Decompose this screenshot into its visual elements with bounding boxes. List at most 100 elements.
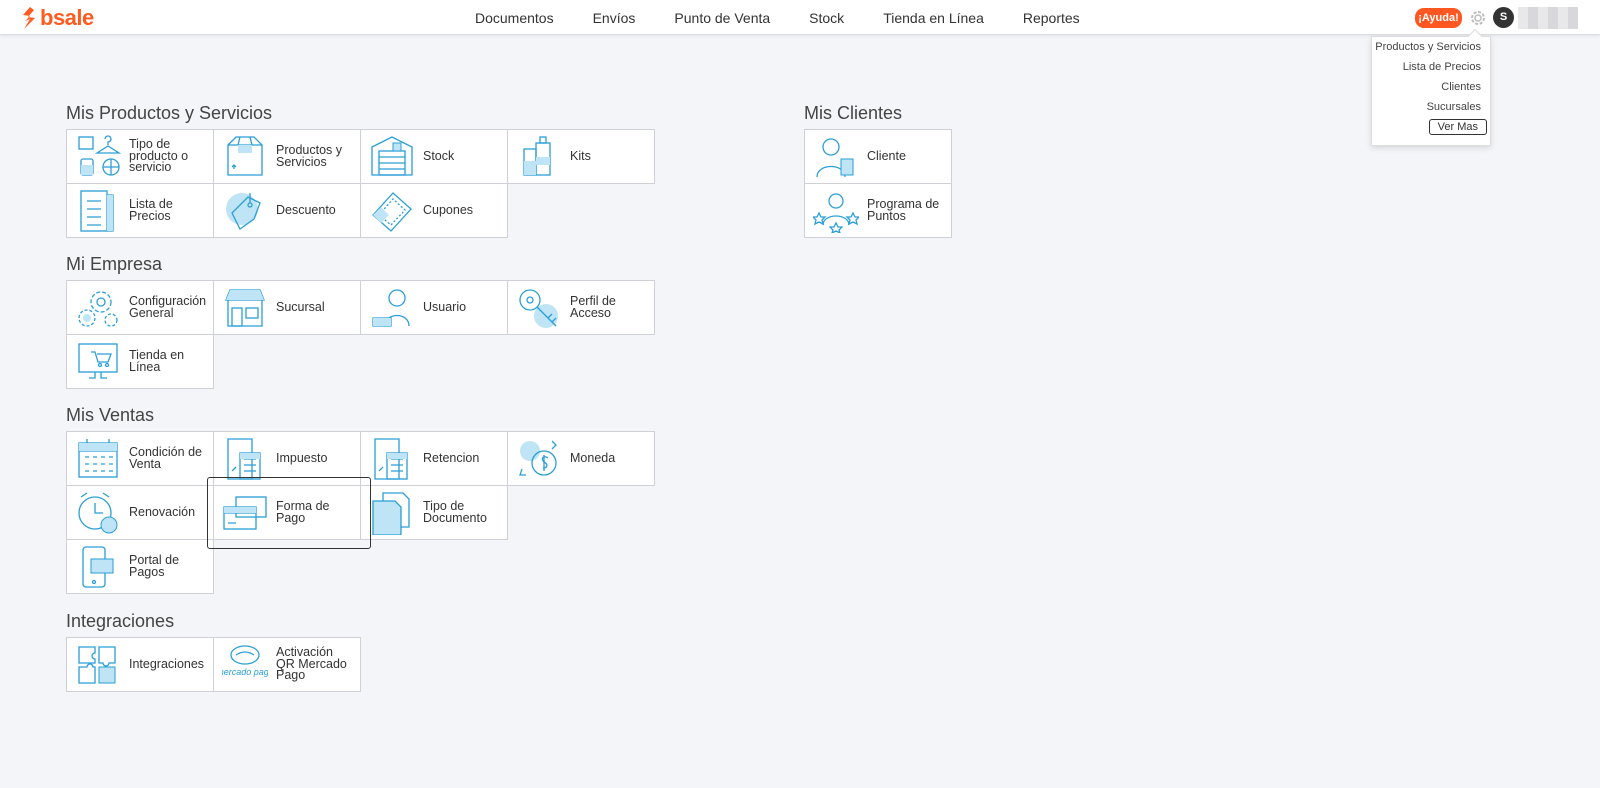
tile-label: Portal de Pagos [129, 553, 180, 579]
kits-icon [508, 131, 570, 183]
tile-retencion[interactable]: Retencion [360, 431, 508, 486]
coupon-icon [361, 185, 423, 237]
tile-lista-precios[interactable]: Lista de Precios [66, 183, 214, 238]
tile-tipo-producto[interactable]: Tipo de producto o servicio [66, 129, 214, 184]
tile-moneda[interactable]: Moneda [507, 431, 655, 486]
tile-label: Programa de Puntos [867, 197, 940, 223]
nav-stock[interactable]: Stock [809, 10, 844, 26]
price-list-icon [67, 185, 129, 237]
tile-label: Condición de Venta [129, 445, 202, 471]
help-button[interactable]: ¡Ayuda! [1415, 8, 1462, 28]
ver-mas-button[interactable]: Ver Mas [1428, 119, 1487, 135]
user-laptop-icon [361, 282, 423, 334]
tile-sucursal[interactable]: Sucursal [213, 280, 361, 335]
section-title-empresa: Mi Empresa [66, 254, 163, 274]
tile-tienda-en-linea[interactable]: Tienda en Línea [66, 334, 214, 389]
tile-mercado-pago-qr[interactable]: mercado pago Activación QR Mercado Pago [213, 637, 361, 692]
retention-calculator-icon [361, 433, 423, 485]
tile-cliente[interactable]: Cliente [804, 129, 952, 184]
tile-label: Cliente [867, 148, 906, 163]
nav-envios[interactable]: Envíos [593, 10, 636, 26]
tile-label: Kits [570, 148, 591, 163]
tile-label: Forma de Pago [276, 499, 330, 525]
main-nav: Documentos Envíos Punto de Venta Stock T… [475, 0, 1119, 35]
productos-grid: Tipo de producto o servicio Productos y … [66, 129, 655, 238]
tile-productos-servicios[interactable]: Productos y Servicios [213, 129, 361, 184]
integraciones-grid: Integraciones mercado pago Activación QR… [66, 637, 654, 692]
product-type-icon [67, 131, 129, 183]
avatar[interactable]: S [1493, 7, 1514, 28]
gear-icon[interactable] [1468, 8, 1488, 28]
key-icon [508, 282, 570, 334]
tile-stock[interactable]: Stock [360, 129, 508, 184]
tile-label: Productos y Servicios [276, 143, 343, 169]
tile-portal-pagos[interactable]: Portal de Pagos [66, 539, 214, 594]
nav-tienda-en-linea[interactable]: Tienda en Línea [883, 10, 984, 26]
section-title-integraciones: Integraciones [66, 611, 175, 631]
tile-label: Lista de Precios [129, 197, 173, 223]
dropdown-item-sucursales[interactable]: Sucursales [1372, 97, 1481, 117]
store-icon [214, 282, 276, 334]
discount-tag-icon [214, 185, 276, 237]
tile-tipo-documento[interactable]: Tipo de Documento [360, 485, 508, 540]
warehouse-icon [361, 131, 423, 183]
tile-label: Configuración General [129, 294, 207, 320]
tile-configuracion-general[interactable]: Configuración General [66, 280, 214, 335]
tile-impuesto[interactable]: Impuesto [213, 431, 361, 486]
tile-label: Moneda [570, 450, 616, 465]
tile-label: Tienda en Línea [129, 348, 185, 374]
nav-punto-de-venta[interactable]: Punto de Venta [674, 10, 770, 26]
tile-label: Retencion [423, 450, 480, 465]
user-name-redacted[interactable] [1518, 7, 1578, 29]
dropdown-item-clientes[interactable]: Clientes [1372, 77, 1481, 97]
dropdown-item-lista-precios[interactable]: Lista de Precios [1372, 57, 1481, 77]
bsale-logo-mark [23, 7, 35, 29]
tile-label: Renovación [129, 504, 196, 519]
tile-forma-de-pago[interactable]: Forma de Pago [213, 485, 361, 540]
calendar-icon [67, 433, 129, 485]
mobile-payment-icon [67, 541, 129, 593]
tile-label: Tipo de Documento [423, 499, 487, 525]
dropdown-item-productos[interactable]: Productos y Servicios [1372, 37, 1481, 57]
tile-cupones[interactable]: Cupones [360, 183, 508, 238]
tax-calculator-icon [214, 433, 276, 485]
tile-label: Perfil de Acceso [570, 294, 616, 320]
tile-label: Usuario [423, 299, 467, 314]
tile-usuario[interactable]: Usuario [360, 280, 508, 335]
tile-condicion-venta[interactable]: Condición de Venta [66, 431, 214, 486]
credit-card-icon [214, 487, 276, 539]
section-title-clientes: Mis Clientes [804, 103, 903, 123]
tile-label: Tipo de producto o servicio [129, 137, 189, 175]
empresa-grid: Configuración General Sucursal Usuario P… [66, 280, 655, 389]
documents-icon [361, 487, 423, 539]
tile-label: Integraciones [129, 656, 205, 671]
client-icon [805, 131, 867, 183]
mercado-pago-logo-text: mercado pago [222, 667, 268, 677]
settings-dropdown: Productos y Servicios Lista de Precios C… [1371, 28, 1491, 146]
tile-label: Impuesto [276, 450, 328, 465]
online-store-icon [67, 336, 129, 388]
tile-renovacion[interactable]: Renovación [66, 485, 214, 540]
points-program-icon [805, 185, 867, 237]
tile-integraciones[interactable]: Integraciones [66, 637, 214, 692]
tile-descuento[interactable]: Descuento [213, 183, 361, 238]
puzzle-icon [67, 639, 129, 691]
alarm-clock-icon [67, 487, 129, 539]
tile-label: Cupones [423, 202, 474, 217]
ventas-grid: Condición de Venta Impuesto Retencion Mo… [66, 431, 655, 594]
currency-exchange-icon [508, 433, 570, 485]
nav-documentos[interactable]: Documentos [475, 10, 554, 26]
bsale-logo[interactable]: bsale [21, 5, 94, 30]
brand-name: bsale [40, 5, 94, 30]
section-title-ventas: Mis Ventas [66, 405, 155, 425]
tile-programa-puntos[interactable]: Programa de Puntos [804, 183, 952, 238]
mercado-pago-icon: mercado pago [214, 639, 276, 691]
tile-perfil-acceso[interactable]: Perfil de Acceso [507, 280, 655, 335]
nav-reportes[interactable]: Reportes [1023, 10, 1080, 26]
grid-spacer [507, 485, 654, 539]
tile-label: Stock [423, 148, 455, 163]
tile-label: Activación QR Mercado Pago [276, 645, 347, 683]
gears-icon [67, 282, 129, 334]
box-icon [214, 131, 276, 183]
tile-kits[interactable]: Kits [507, 129, 655, 184]
